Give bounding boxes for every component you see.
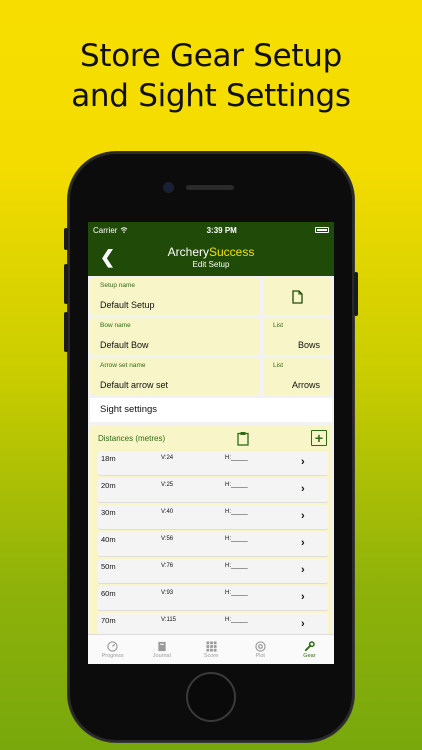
grid-icon (205, 640, 217, 652)
bow-name-field[interactable]: Bow name Default Bow (90, 318, 260, 355)
vertical-mark: V:40 (161, 509, 174, 515)
screen-subtitle: Edit Setup (192, 260, 230, 269)
bows-list-label: List (273, 322, 284, 329)
distances-panel: Distances (metres) + 18m V:24 H:_____ › … (90, 425, 332, 645)
tab-gear-label: Gear (303, 652, 316, 659)
tab-journal[interactable]: Journal (137, 635, 186, 664)
chevron-right-icon: › (301, 564, 305, 576)
headline-line-1: Store Gear Setup (80, 38, 342, 74)
headline-line-2: and Sight Settings (71, 78, 351, 114)
vertical-mark: V:56 (161, 536, 174, 542)
battery-icon (315, 227, 329, 233)
document-button[interactable] (263, 278, 332, 315)
horizontal-mark: H:_____ (225, 617, 248, 623)
chevron-right-icon: › (301, 618, 305, 630)
navigation-bar: ❮ ArcherySuccess Edit Setup (88, 238, 334, 276)
tab-gear[interactable]: Gear (285, 635, 334, 664)
distance-value: 20m (101, 481, 116, 490)
horizontal-mark: H:_____ (225, 590, 248, 596)
power-button (354, 272, 358, 316)
distance-value: 70m (101, 616, 116, 625)
horizontal-mark: H:_____ (225, 455, 248, 461)
setup-form: Setup name Default Setup Bow name Defaul… (88, 276, 334, 645)
arrow-set-label: Arrow set name (100, 362, 146, 369)
bow-name-value: Default Bow (100, 340, 149, 350)
chevron-right-icon: › (301, 537, 305, 549)
horizontal-mark: H:_____ (225, 563, 248, 569)
distance-value: 40m (101, 535, 116, 544)
sight-settings-header: Sight settings (90, 398, 332, 422)
arrows-list-label: List (273, 362, 284, 369)
clipboard-icon[interactable] (237, 431, 249, 446)
speedometer-icon (107, 640, 118, 652)
distance-value: 30m (101, 508, 116, 517)
home-button[interactable] (186, 672, 236, 722)
setup-name-value: Default Setup (100, 300, 155, 310)
distance-list: 18m V:24 H:_____ › 20m V:25 H:_____ › 30… (98, 451, 328, 637)
horizontal-mark: H:_____ (225, 509, 248, 515)
tab-plot[interactable]: Plot (236, 635, 285, 664)
bows-list-button[interactable]: List Bows (263, 318, 332, 355)
arrows-list-value: Arrows (291, 380, 320, 390)
add-distance-button[interactable]: + (311, 430, 327, 446)
document-icon (292, 289, 303, 304)
chevron-left-icon[interactable]: ❮ (100, 247, 115, 268)
chevron-right-icon: › (301, 510, 305, 522)
tab-plot-label: Plot (255, 652, 265, 659)
volume-down-button (64, 312, 68, 352)
vertical-mark: V:25 (161, 482, 174, 488)
app-screen: Carrier 3:39 PM ❮ ArcherySuccess Edit Se… (88, 222, 334, 664)
earpiece-speaker (186, 185, 234, 190)
distance-row[interactable]: 30m V:40 H:_____ › (98, 505, 328, 529)
arrows-list-button[interactable]: List Arrows (263, 358, 332, 395)
promo-headline: Store Gear Setup and Sight Settings (0, 36, 422, 116)
horizontal-mark: H:_____ (225, 536, 248, 542)
distance-value: 60m (101, 589, 116, 598)
app-title: ArcherySuccess (168, 245, 255, 259)
clock: 3:39 PM (206, 225, 237, 235)
tab-progress[interactable]: Progress (88, 635, 137, 664)
distance-row[interactable]: 40m V:56 H:_____ › (98, 532, 328, 556)
volume-up-button (64, 264, 68, 304)
setup-name-field[interactable]: Setup name Default Setup (90, 278, 260, 315)
vertical-mark: V:93 (161, 590, 174, 596)
bows-list-value: Bows (297, 340, 320, 350)
wrench-icon (304, 640, 315, 651)
distance-row[interactable]: 60m V:93 H:_____ › (98, 586, 328, 610)
mute-switch (64, 228, 68, 250)
arrow-set-field[interactable]: Arrow set name Default arrow set (90, 358, 260, 395)
bow-name-label: Bow name (100, 322, 131, 329)
carrier-label: Carrier (93, 225, 118, 235)
tab-score-label: Score (203, 652, 219, 659)
distance-row[interactable]: 50m V:76 H:_____ › (98, 559, 328, 583)
phone-frame: Carrier 3:39 PM ❮ ArcherySuccess Edit Se… (64, 152, 358, 742)
setup-name-label: Setup name (100, 282, 136, 289)
horizontal-mark: H:_____ (225, 482, 248, 488)
target-icon (255, 640, 266, 652)
distance-value: 50m (101, 562, 116, 571)
vertical-mark: V:76 (161, 563, 174, 569)
chevron-right-icon: › (301, 456, 305, 468)
app-title-part2: Success (208, 245, 255, 259)
tab-journal-label: Journal (152, 652, 171, 659)
app-title-part1: Archery (167, 245, 209, 259)
chevron-right-icon: › (301, 483, 305, 495)
distance-row[interactable]: 18m V:24 H:_____ › (98, 451, 328, 475)
tab-score[interactable]: Score (186, 635, 235, 664)
chevron-right-icon: › (301, 591, 305, 603)
vertical-mark: V:115 (161, 617, 177, 623)
distance-row[interactable]: 20m V:25 H:_____ › (98, 478, 328, 502)
wifi-icon (121, 227, 128, 233)
front-camera (164, 183, 173, 192)
plus-icon: + (314, 430, 324, 446)
book-icon (158, 641, 166, 651)
distance-value: 18m (101, 454, 116, 463)
tab-progress-label: Progress (101, 652, 124, 659)
tab-bar: Progress Journal Score Plot Gear (88, 634, 334, 664)
status-bar: Carrier 3:39 PM (88, 222, 334, 238)
vertical-mark: V:24 (161, 455, 174, 461)
distances-title: Distances (metres) (98, 433, 166, 443)
arrow-set-value: Default arrow set (100, 380, 169, 390)
